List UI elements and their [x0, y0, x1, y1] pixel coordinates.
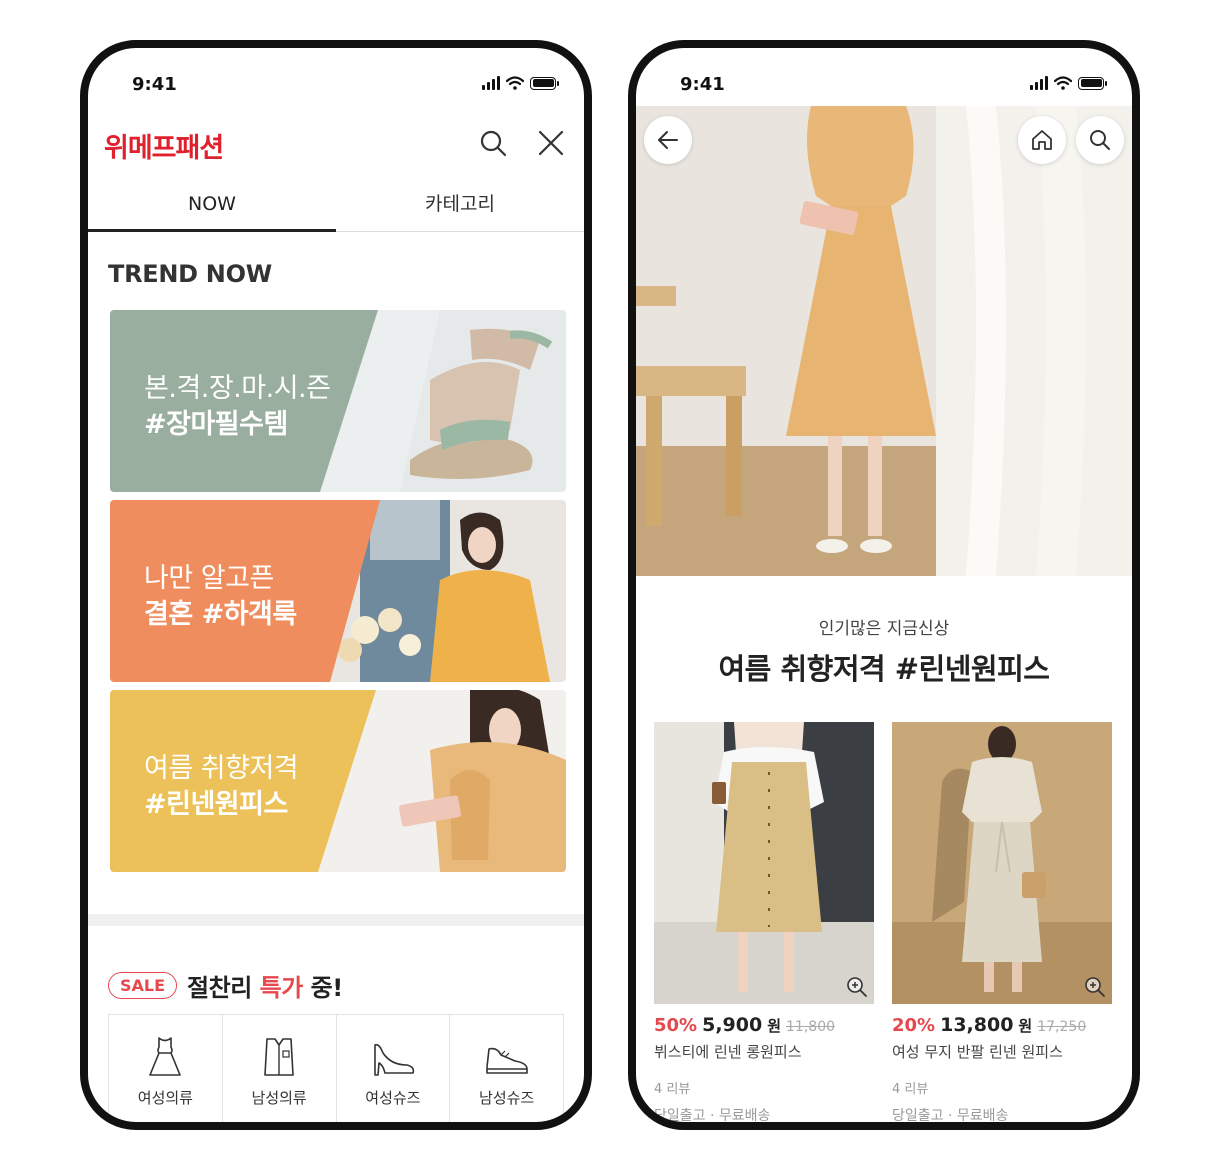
- dress-icon: [149, 1037, 182, 1076]
- shirt-icon: [264, 1038, 294, 1076]
- trend-banner-rainy-season[interactable]: 본.격.장.마.시.즌 #장마필수템: [110, 310, 566, 492]
- battery-icon: [530, 76, 559, 90]
- product-image[interactable]: [892, 722, 1112, 1004]
- banner-line2: #장마필수템: [144, 409, 288, 440]
- price-row: 50% 5,900 원 11,800: [654, 1014, 874, 1036]
- currency-unit: 원: [1018, 1017, 1033, 1035]
- sneaker-icon: [485, 1047, 528, 1074]
- trend-banner-wedding-guest[interactable]: 나만 알고픈 결혼 #하객룩: [110, 500, 566, 682]
- section-title: TREND NOW: [108, 260, 272, 288]
- currency-unit: 원: [767, 1017, 782, 1035]
- trend-banner-linen-dress[interactable]: 여름 취향저격 #린넨원피스: [110, 690, 566, 872]
- category-men-shoes[interactable]: 남성슈즈: [450, 1015, 563, 1122]
- cellular-signal-icon: [482, 76, 500, 90]
- shipping-info: 당일출고 · 무료배송: [654, 1108, 771, 1124]
- original-price: 11,800: [786, 1019, 836, 1035]
- section-divider: [88, 914, 584, 926]
- category-men-clothing[interactable]: 남성의류: [223, 1015, 337, 1122]
- search-icon[interactable]: [478, 128, 508, 158]
- sale-price: 5,900: [702, 1014, 763, 1036]
- tab-bar: NOW 카테고리: [88, 184, 584, 232]
- close-icon[interactable]: [536, 128, 566, 158]
- sale-text: 절찬리 특가 중!: [187, 974, 343, 1002]
- product-image[interactable]: [654, 722, 874, 1004]
- cellular-signal-icon: [1030, 76, 1048, 90]
- hero-photo-woman-linen-dress: [636, 106, 1132, 576]
- wifi-icon: [506, 76, 524, 90]
- hero-image: [636, 106, 1132, 576]
- sale-badge: SALE: [108, 972, 178, 999]
- zoom-in-icon[interactable]: [846, 976, 868, 998]
- review-count: 4 리뷰: [892, 1082, 929, 1097]
- phone-right: 9:41 인기많은 지금신상 여름 취향저격 #린넨원피스 50% 5,900 …: [628, 40, 1140, 1130]
- shipping-info: 당일출고 · 무료배송: [892, 1108, 1009, 1124]
- banner-line1: 여름 취향저격: [144, 753, 299, 784]
- review-count: 4 리뷰: [654, 1082, 691, 1097]
- status-bar: 9:41: [88, 48, 584, 114]
- banner-line2: #린넨원피스: [144, 789, 288, 820]
- arrow-left-icon: [658, 131, 678, 149]
- phone-left: 9:41 위메프패션 NOW 카테고리 TREND NOW 본.격.장.마.시.…: [80, 40, 592, 1130]
- home-button[interactable]: [1018, 116, 1066, 164]
- banner-line1: 나만 알고픈: [144, 563, 274, 594]
- tab-category[interactable]: 카테고리: [336, 184, 584, 231]
- discount-rate: 20%: [892, 1015, 936, 1036]
- wifi-icon: [1054, 76, 1072, 90]
- category-women-clothing[interactable]: 여성의류: [109, 1015, 223, 1122]
- status-time: 9:41: [132, 74, 177, 95]
- product-card[interactable]: 50% 5,900 원 11,800 뷔스티에 린넨 롱원피스 4 리뷰 당일출…: [654, 722, 874, 1124]
- banner-line1: 본.격.장.마.시.즌: [144, 373, 331, 404]
- back-button[interactable]: [644, 116, 692, 164]
- home-icon: [1032, 130, 1052, 150]
- brand-logo[interactable]: 위메프패션: [104, 126, 224, 165]
- search-button[interactable]: [1076, 116, 1124, 164]
- banner-line2: 결혼 #하객룩: [144, 599, 297, 630]
- price-row: 20% 13,800 원 17,250: [892, 1014, 1112, 1036]
- collection-title: 여름 취향저격 #린넨원피스: [718, 652, 1050, 686]
- status-bar: 9:41: [636, 48, 1132, 114]
- sale-header: SALE 절찬리 특가 중!: [108, 968, 343, 1003]
- product-name[interactable]: 여성 무지 반팔 린넨 원피스: [892, 1041, 1112, 1062]
- category-women-shoes[interactable]: 여성슈즈: [337, 1015, 451, 1122]
- status-time: 9:41: [680, 74, 725, 95]
- category-grid: 여성의류 남성의류 여성슈즈 남성슈즈: [108, 1014, 564, 1122]
- battery-icon: [1078, 76, 1107, 90]
- product-card[interactable]: 20% 13,800 원 17,250 여성 무지 반팔 린넨 원피스 4 리뷰…: [892, 722, 1112, 1124]
- search-icon: [1090, 130, 1110, 150]
- original-price: 17,250: [1037, 1019, 1087, 1035]
- collection-subtitle: 인기많은 지금신상: [818, 619, 950, 639]
- heel-shoe-icon: [374, 1043, 415, 1076]
- tab-now[interactable]: NOW: [88, 184, 336, 232]
- product-name[interactable]: 뷔스티에 린넨 롱원피스: [654, 1041, 874, 1062]
- zoom-in-icon[interactable]: [1084, 976, 1106, 998]
- discount-rate: 50%: [654, 1015, 698, 1036]
- sale-price: 13,800: [940, 1014, 1014, 1036]
